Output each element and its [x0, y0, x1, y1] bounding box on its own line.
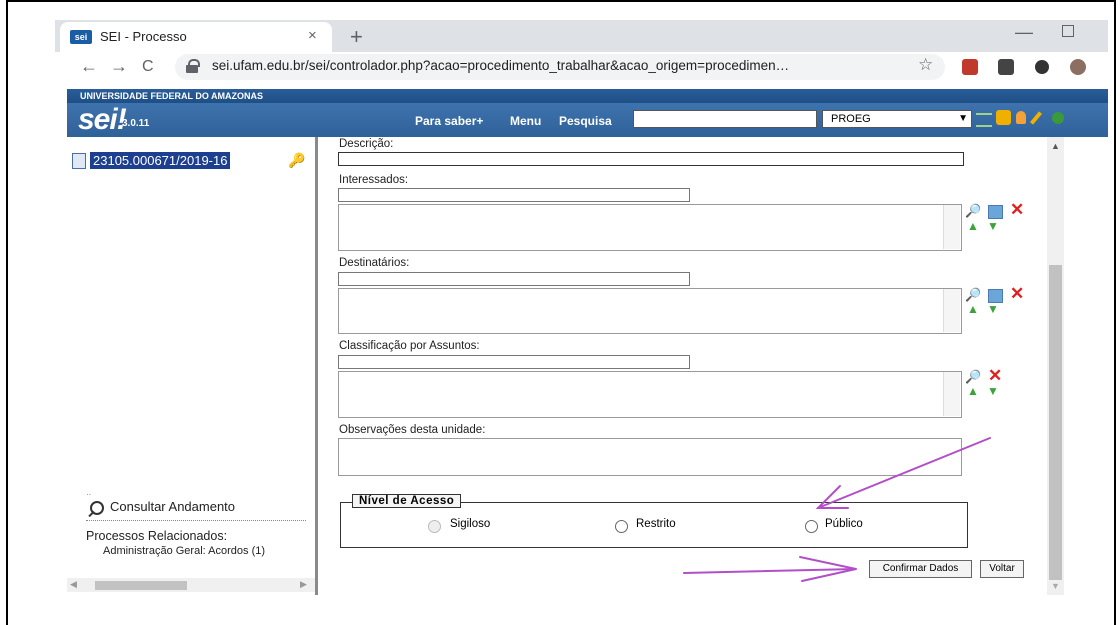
annotation-arrows	[683, 437, 991, 582]
arrow-to-publico	[817, 437, 991, 509]
arrow-to-confirm	[683, 568, 857, 574]
